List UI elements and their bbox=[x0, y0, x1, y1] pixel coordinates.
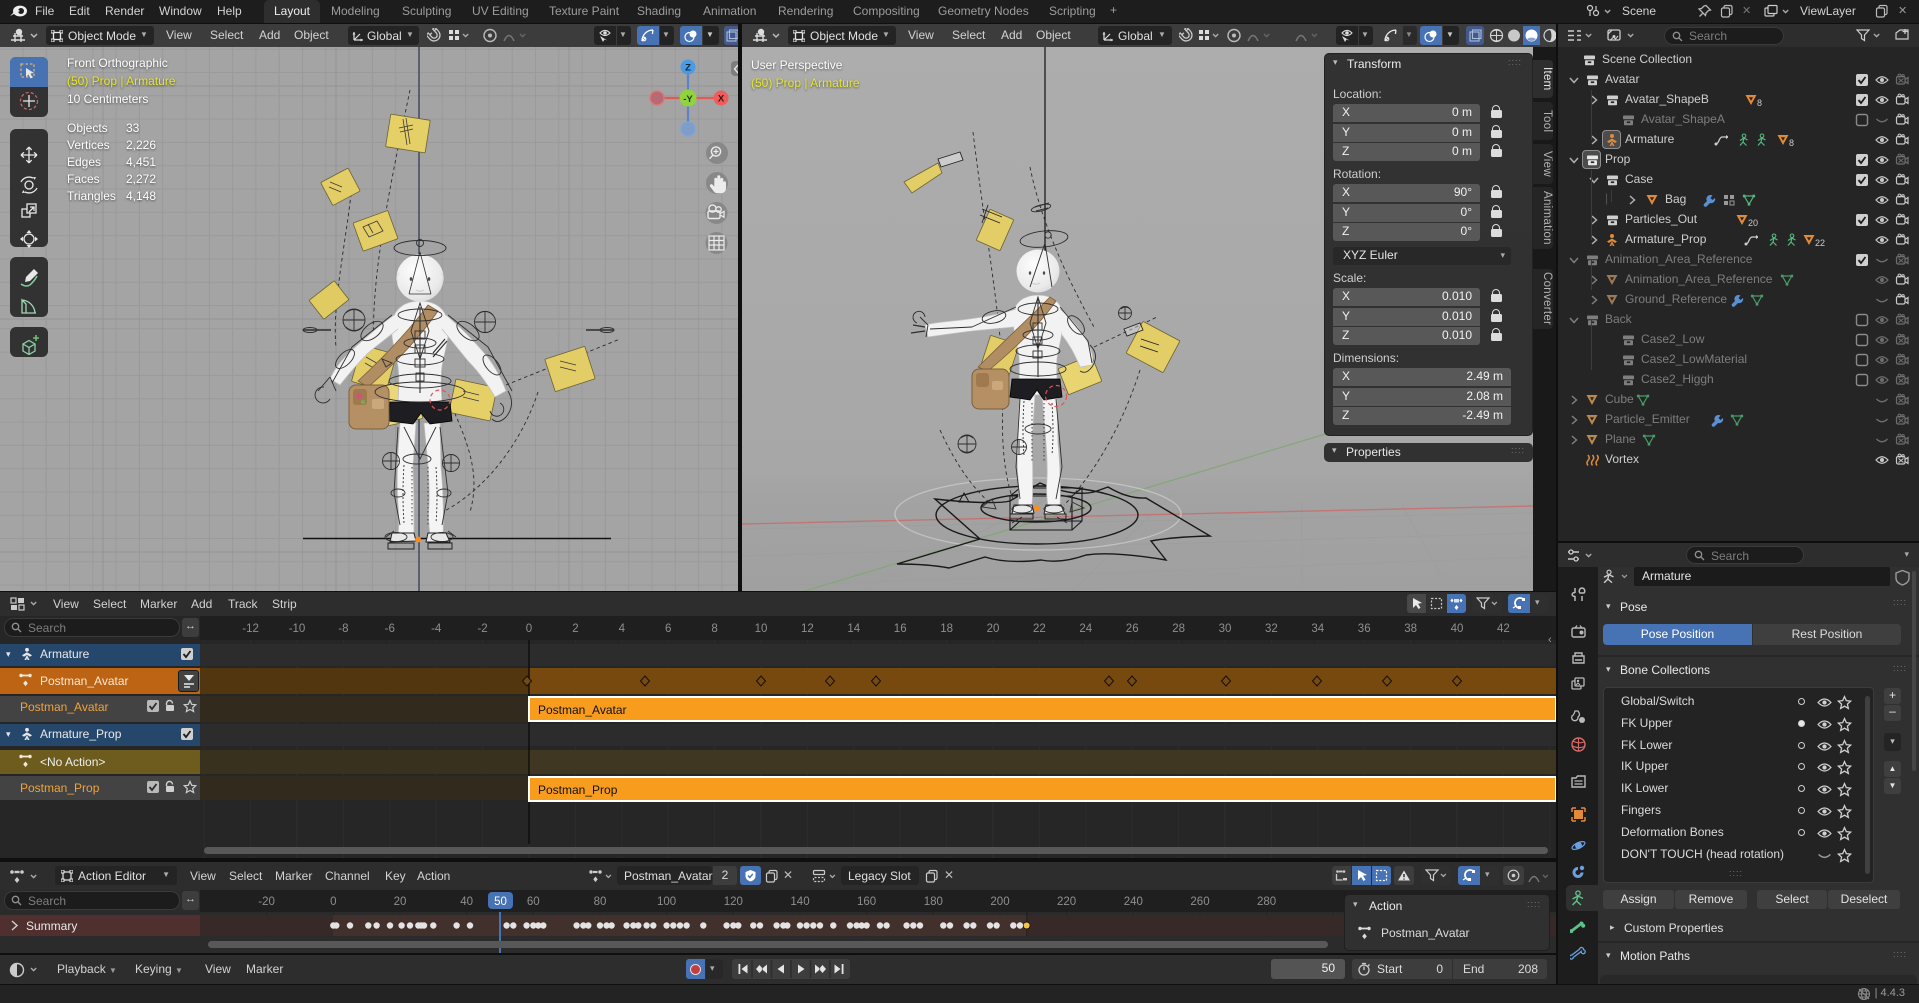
svg-text:-Y: -Y bbox=[683, 94, 693, 105]
svg-text:X: X bbox=[718, 94, 725, 105]
svg-text:Z: Z bbox=[685, 63, 691, 74]
